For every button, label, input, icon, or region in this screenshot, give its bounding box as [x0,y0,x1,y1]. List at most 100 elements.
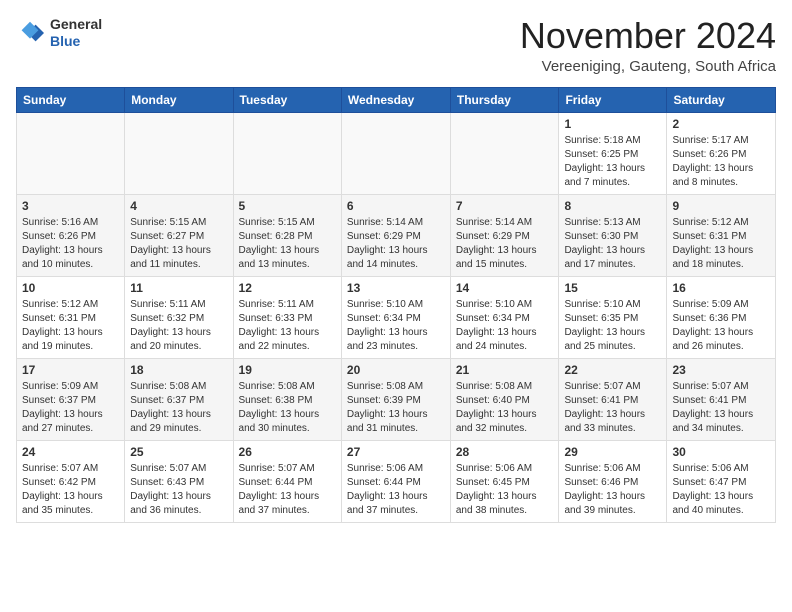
calendar-cell: 14Sunrise: 5:10 AM Sunset: 6:34 PM Dayli… [450,276,559,358]
cell-content: Sunrise: 5:08 AM Sunset: 6:40 PM Dayligh… [456,380,554,436]
cell-content: Sunrise: 5:12 AM Sunset: 6:31 PM Dayligh… [672,216,770,272]
day-number: 10 [22,281,119,295]
cell-content: Sunrise: 5:11 AM Sunset: 6:32 PM Dayligh… [130,298,227,354]
calendar-week-row: 10 Sunrise: 5:12 AM Sunset: 6:31 PM Dayli… [17,276,776,358]
cell-content: Sunrise: 5:14 AM Sunset: 6:29 PM Dayligh… [456,216,554,272]
logo-icon [16,19,44,47]
weekday-header-sunday: Sunday [17,87,125,112]
cell-content: Sunrise: 5:15 AM Sunset: 6:27 PM Dayligh… [130,216,227,272]
day-number: 24 [22,445,119,459]
calendar-cell: 24 Sunrise: 5:07 AM Sunset: 6:42 PM Dayli… [17,440,125,522]
day-number: 7 [456,199,554,213]
day-number: 6 [347,199,445,213]
weekday-header-saturday: Saturday [667,87,776,112]
cell-content: Sunrise: 5:06 AM Sunset: 6:45 PM Dayligh… [456,462,554,518]
cell-content: Sunrise: 5:10 AM Sunset: 6:35 PM Dayligh… [564,298,661,354]
calendar-cell: 3 Sunrise: 5:16 AM Sunset: 6:26 PM Daylig… [17,194,125,276]
calendar-cell: 25Sunrise: 5:07 AM Sunset: 6:43 PM Dayli… [125,440,233,522]
weekday-header-monday: Monday [125,87,233,112]
day-number: 30 [672,445,770,459]
location-subtitle: Vereeniging, Gauteng, South Africa [520,58,776,75]
calendar-cell: 12Sunrise: 5:11 AM Sunset: 6:33 PM Dayli… [233,276,341,358]
calendar-cell: 29 Sunrise: 5:06 AM Sunset: 6:46 PM Dayli… [559,440,667,522]
cell-content: Sunrise: 5:06 AM Sunset: 6:44 PM Dayligh… [347,462,445,518]
weekday-header-thursday: Thursday [450,87,559,112]
cell-content: Sunrise: 5:06 AM Sunset: 6:47 PM Dayligh… [672,462,770,518]
cell-content: Sunrise: 5:07 AM Sunset: 6:42 PM Dayligh… [22,462,119,518]
calendar-cell: 21 Sunrise: 5:08 AM Sunset: 6:40 PM Dayli… [450,358,559,440]
day-number: 11 [130,281,227,295]
calendar-cell: 4 Sunrise: 5:15 AM Sunset: 6:27 PM Daylig… [125,194,233,276]
day-number: 22 [564,363,661,377]
calendar-cell [125,112,233,194]
logo: General Blue [16,16,102,50]
day-number: 13 [347,281,445,295]
calendar-cell: 27 Sunrise: 5:06 AM Sunset: 6:44 PM Dayli… [341,440,450,522]
cell-content: Sunrise: 5:17 AM Sunset: 6:26 PM Dayligh… [672,134,770,190]
calendar-cell: 16 Sunrise: 5:09 AM Sunset: 6:36 PM Dayli… [667,276,776,358]
weekday-header-friday: Friday [559,87,667,112]
calendar-cell: 28Sunrise: 5:06 AM Sunset: 6:45 PM Dayli… [450,440,559,522]
cell-content: Sunrise: 5:08 AM Sunset: 6:38 PM Dayligh… [239,380,336,436]
day-number: 21 [456,363,554,377]
calendar-cell: 11 Sunrise: 5:11 AM Sunset: 6:32 PM Dayli… [125,276,233,358]
day-number: 20 [347,363,445,377]
calendar-cell: 22Sunrise: 5:07 AM Sunset: 6:41 PM Dayli… [559,358,667,440]
weekday-header-tuesday: Tuesday [233,87,341,112]
title-block: November 2024 Vereeniging, Gauteng, Sout… [520,16,776,75]
calendar-cell: 5Sunrise: 5:15 AM Sunset: 6:28 PM Daylig… [233,194,341,276]
day-number: 3 [22,199,119,213]
day-number: 5 [239,199,336,213]
calendar-cell: 13Sunrise: 5:10 AM Sunset: 6:34 PM Dayli… [341,276,450,358]
day-number: 4 [130,199,227,213]
page-header: General Blue November 2024 Vereeniging, … [16,16,776,75]
cell-content: Sunrise: 5:06 AM Sunset: 6:46 PM Dayligh… [564,462,661,518]
day-number: 2 [672,117,770,131]
calendar-table: SundayMondayTuesdayWednesdayThursdayFrid… [16,87,776,523]
cell-content: Sunrise: 5:07 AM Sunset: 6:44 PM Dayligh… [239,462,336,518]
cell-content: Sunrise: 5:18 AM Sunset: 6:25 PM Dayligh… [564,134,661,190]
day-number: 17 [22,363,119,377]
calendar-week-row: 1 Sunrise: 5:18 AM Sunset: 6:25 PM Daylig… [17,112,776,194]
calendar-cell [450,112,559,194]
cell-content: Sunrise: 5:13 AM Sunset: 6:30 PM Dayligh… [564,216,661,272]
day-number: 23 [672,363,770,377]
calendar-cell: 10 Sunrise: 5:12 AM Sunset: 6:31 PM Dayli… [17,276,125,358]
day-number: 1 [564,117,661,131]
calendar-cell: 20Sunrise: 5:08 AM Sunset: 6:39 PM Dayli… [341,358,450,440]
cell-content: Sunrise: 5:14 AM Sunset: 6:29 PM Dayligh… [347,216,445,272]
calendar-week-row: 17 Sunrise: 5:09 AM Sunset: 6:37 PM Dayli… [17,358,776,440]
calendar-cell [341,112,450,194]
calendar-cell: 7 Sunrise: 5:14 AM Sunset: 6:29 PM Daylig… [450,194,559,276]
day-number: 26 [239,445,336,459]
day-number: 8 [564,199,661,213]
day-number: 9 [672,199,770,213]
calendar-cell: 9 Sunrise: 5:12 AM Sunset: 6:31 PM Daylig… [667,194,776,276]
day-number: 19 [239,363,336,377]
cell-content: Sunrise: 5:16 AM Sunset: 6:26 PM Dayligh… [22,216,119,272]
day-number: 25 [130,445,227,459]
cell-content: Sunrise: 5:09 AM Sunset: 6:37 PM Dayligh… [22,380,119,436]
weekday-header-row: SundayMondayTuesdayWednesdayThursdayFrid… [17,87,776,112]
month-title: November 2024 [520,16,776,56]
calendar-cell: 26 Sunrise: 5:07 AM Sunset: 6:44 PM Dayli… [233,440,341,522]
day-number: 18 [130,363,227,377]
cell-content: Sunrise: 5:09 AM Sunset: 6:36 PM Dayligh… [672,298,770,354]
cell-content: Sunrise: 5:12 AM Sunset: 6:31 PM Dayligh… [22,298,119,354]
calendar-cell: 18 Sunrise: 5:08 AM Sunset: 6:37 PM Dayli… [125,358,233,440]
cell-content: Sunrise: 5:08 AM Sunset: 6:37 PM Dayligh… [130,380,227,436]
calendar-cell [233,112,341,194]
calendar-cell: 19 Sunrise: 5:08 AM Sunset: 6:38 PM Dayli… [233,358,341,440]
calendar-cell: 17 Sunrise: 5:09 AM Sunset: 6:37 PM Dayli… [17,358,125,440]
calendar-cell: 6 Sunrise: 5:14 AM Sunset: 6:29 PM Daylig… [341,194,450,276]
cell-content: Sunrise: 5:11 AM Sunset: 6:33 PM Dayligh… [239,298,336,354]
day-number: 15 [564,281,661,295]
day-number: 29 [564,445,661,459]
calendar-week-row: 24 Sunrise: 5:07 AM Sunset: 6:42 PM Dayli… [17,440,776,522]
day-number: 14 [456,281,554,295]
day-number: 27 [347,445,445,459]
calendar-cell: 15 Sunrise: 5:10 AM Sunset: 6:35 PM Dayli… [559,276,667,358]
calendar-cell: 23Sunrise: 5:07 AM Sunset: 6:41 PM Dayli… [667,358,776,440]
calendar-cell: 1 Sunrise: 5:18 AM Sunset: 6:25 PM Daylig… [559,112,667,194]
day-number: 16 [672,281,770,295]
